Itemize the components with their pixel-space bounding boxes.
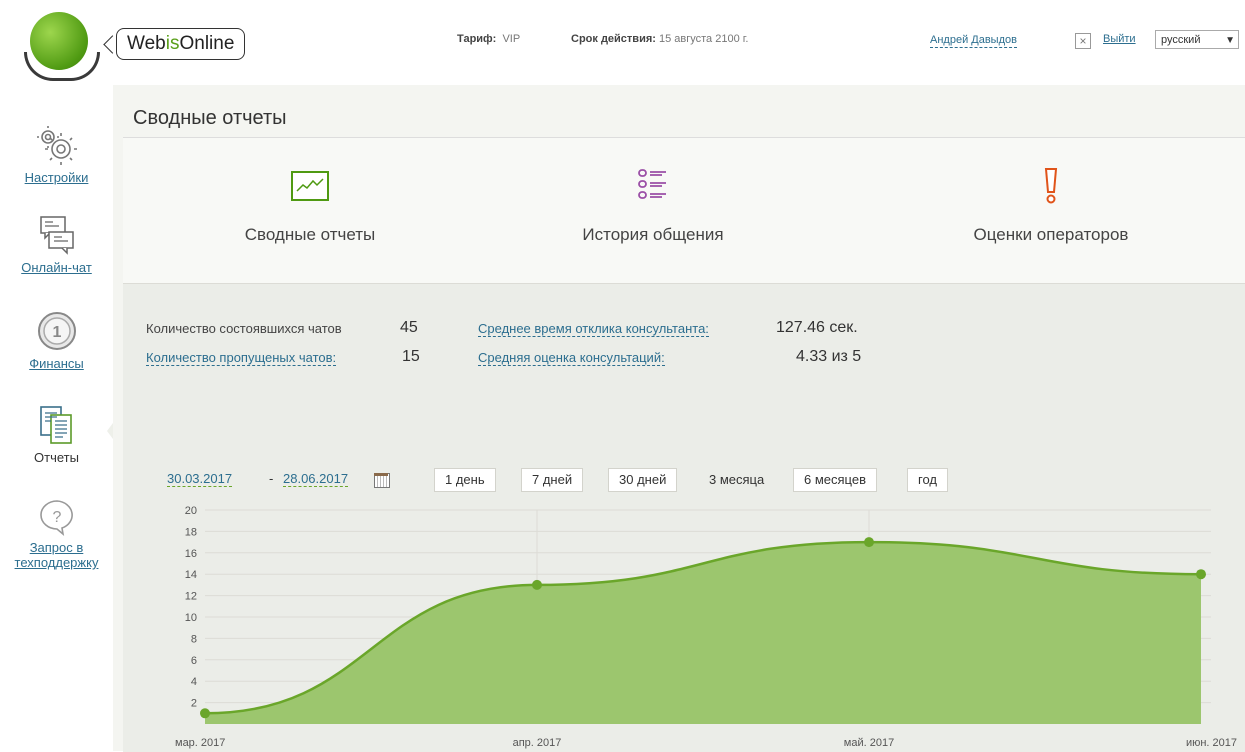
x-tick-label: июн. 2017 [1186, 737, 1237, 749]
y-tick-label: 10 [185, 612, 197, 624]
sidebar-item-label[interactable]: Настройки [25, 170, 89, 185]
data-point[interactable] [532, 579, 542, 590]
y-tick-label: 18 [185, 526, 197, 538]
exclamation-icon [1044, 168, 1058, 204]
y-tick-label: 4 [191, 676, 197, 688]
chats-missed-value: 15 [402, 348, 420, 365]
date-separator: - [269, 471, 274, 486]
chat-icon [39, 216, 74, 255]
x-tick-label: май. 2017 [844, 737, 894, 749]
avg-rating-label[interactable]: Средняя оценка консультаций: [478, 350, 665, 366]
tab-chat-history[interactable]: История общения [503, 166, 803, 245]
sidebar-item-label[interactable]: Запрос в техподдержку [0, 540, 113, 570]
tarif-info: Тариф: VIP [457, 33, 521, 45]
sidebar-item-finance[interactable]: 1 Финансы [0, 309, 113, 371]
date-to[interactable]: 28.06.2017 [283, 471, 349, 487]
calendar-icon[interactable] [374, 473, 390, 488]
logout-link[interactable]: Выйти [1103, 33, 1136, 45]
sidebar-item-label: Отчеты [34, 450, 79, 465]
avg-response-value: 127.46 сек. [776, 319, 858, 336]
series-area [205, 542, 1201, 724]
sidebar-item-settings[interactable]: Настройки [0, 123, 113, 185]
y-tick-label: 20 [185, 505, 197, 517]
question-icon: ? [39, 500, 73, 536]
period-year[interactable]: год [907, 468, 948, 492]
avg-response-label[interactable]: Среднее время отклика консультанта: [478, 321, 709, 337]
tab-label: Сводные отчеты [244, 225, 376, 244]
top-bar: WebisOnline Тариф: VIP Срок действия: 15… [0, 0, 1245, 85]
reports-icon [39, 406, 72, 444]
chart-icon [291, 171, 329, 201]
sidebar-item-reports[interactable]: Отчеты [0, 403, 113, 465]
x-tick-label: апр. 2017 [513, 737, 562, 749]
period-6-months[interactable]: 6 месяцев [793, 468, 877, 492]
close-icon[interactable]: × [1075, 33, 1091, 49]
data-point[interactable] [864, 537, 874, 548]
reports-chart: 2 4 6 8 10 12 14 16 18 20 мар. 2017 апр. 2017 май. 2… [175, 505, 1237, 749]
tab-summary-reports[interactable]: Сводные отчеты [160, 166, 460, 245]
sidebar-item-label[interactable]: Онлайн-чат [21, 260, 92, 275]
svg-text:1: 1 [52, 324, 61, 341]
chats-held-value: 45 [400, 319, 418, 336]
chats-held-label: Количество состоявшихся чатов [146, 321, 342, 336]
x-tick-label: мар. 2017 [175, 737, 225, 749]
page-title: Сводные отчеты [133, 107, 287, 129]
y-tick-label: 16 [185, 548, 197, 560]
gears-icon [36, 126, 77, 165]
y-tick-label: 12 [185, 591, 197, 603]
headset-icon [24, 52, 100, 81]
sidebar-item-online-chat[interactable]: Онлайн-чат [0, 213, 113, 275]
report-tabs: Сводные отчеты История общения Оценки оп… [123, 138, 1245, 284]
y-tick-label: 2 [191, 698, 197, 710]
period-1-day[interactable]: 1 день [434, 468, 496, 492]
period-7-days[interactable]: 7 дней [521, 468, 584, 492]
y-tick-label: 14 [185, 569, 197, 581]
coin-icon: 1 [37, 312, 76, 350]
chats-missed-label[interactable]: Количество пропущеных чатов: [146, 350, 337, 366]
main-content: Сводные отчеты Сводные отчеты История об… [113, 85, 1245, 752]
tab-label: Оценки операторов [973, 225, 1129, 244]
expiry-info: Срок действия: 15 августа 2100 г. [571, 33, 749, 45]
svg-text:?: ? [52, 509, 61, 526]
tab-operator-ratings[interactable]: Оценки операторов [901, 166, 1201, 245]
sidebar: Настройки Онлайн-чат 1 Финансы Отчеты ? … [0, 85, 119, 751]
list-icon [638, 169, 666, 199]
user-name-link[interactable]: Андрей Давыдов [930, 34, 1017, 48]
y-tick-label: 6 [191, 655, 197, 667]
sidebar-item-label[interactable]: Финансы [29, 356, 84, 371]
date-from[interactable]: 30.03.2017 [167, 471, 233, 487]
data-point[interactable] [1196, 569, 1206, 580]
chevron-down-icon: ▼ [1225, 35, 1235, 46]
reports-panel: Сводные отчеты История общения Оценки оп… [123, 137, 1245, 752]
sidebar-item-support[interactable]: ? Запрос в техподдержку [0, 497, 113, 570]
y-tick-label: 8 [191, 633, 197, 645]
tab-label: История общения [582, 225, 724, 244]
language-select[interactable]: русский ▼ [1155, 30, 1239, 49]
period-30-days[interactable]: 30 дней [608, 468, 678, 492]
data-point[interactable] [200, 708, 210, 719]
logo-text: WebisOnline [116, 28, 246, 60]
period-3-months[interactable]: 3 месяца [698, 468, 775, 492]
avg-rating-value: 4.33 из 5 [796, 348, 862, 365]
